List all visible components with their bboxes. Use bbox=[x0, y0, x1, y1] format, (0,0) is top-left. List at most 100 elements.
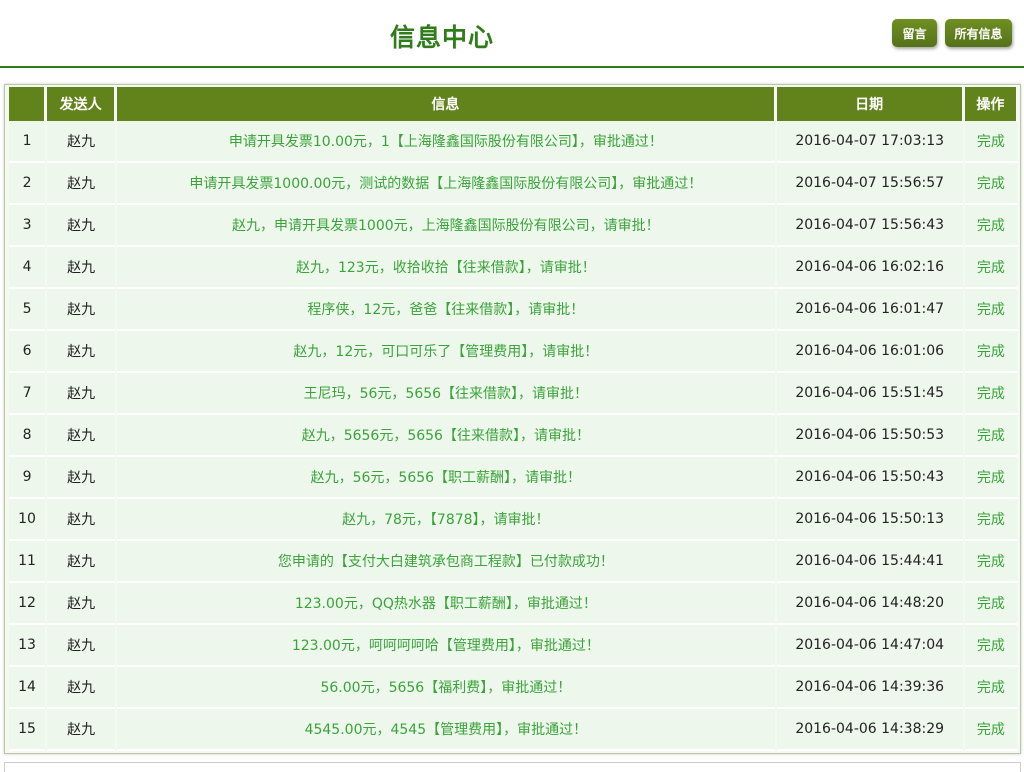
row-sender: 赵九 bbox=[47, 121, 116, 163]
pagination-area bbox=[4, 762, 1021, 772]
complete-action-link[interactable]: 完成 bbox=[964, 667, 1017, 709]
row-index: 11 bbox=[9, 541, 46, 583]
complete-action-link[interactable]: 完成 bbox=[964, 709, 1017, 751]
row-message: 赵九，78元，【7878】，请审批！ bbox=[117, 499, 775, 541]
row-date: 2016-04-06 14:38:29 bbox=[776, 709, 963, 751]
table-row: 1 赵九 申请开具发票10.00元，1【上海隆鑫国际股份有限公司】，审批通过！ 201… bbox=[9, 121, 1017, 163]
row-date: 2016-04-07 15:56:43 bbox=[776, 205, 963, 247]
table-row: 6 赵九 赵九，12元，可口可乐了【管理费用】，请审批！ 2016-04-06 16:… bbox=[9, 331, 1017, 373]
row-date: 2016-04-06 14:47:04 bbox=[776, 625, 963, 667]
row-message: 赵九，5656元，5656【往来借款】，请审批！ bbox=[117, 415, 775, 457]
row-message: 申请开具发票10.00元，1【上海隆鑫国际股份有限公司】，审批通过！ bbox=[117, 121, 775, 163]
row-message: 王尼玛，56元，5656【往来借款】，请审批！ bbox=[117, 373, 775, 415]
complete-action-link[interactable]: 完成 bbox=[964, 205, 1017, 247]
row-sender: 赵九 bbox=[47, 499, 116, 541]
complete-action-link[interactable]: 完成 bbox=[964, 583, 1017, 625]
complete-action-link[interactable]: 完成 bbox=[964, 331, 1017, 373]
complete-action-link[interactable]: 完成 bbox=[964, 121, 1017, 163]
complete-action-link[interactable]: 完成 bbox=[964, 373, 1017, 415]
row-date: 2016-04-06 16:01:06 bbox=[776, 331, 963, 373]
complete-action-link[interactable]: 完成 bbox=[964, 499, 1017, 541]
table-row: 13 赵九 123.00元，呵呵呵呵哈【管理费用】，审批通过！ 2016-04-06 … bbox=[9, 625, 1017, 667]
table-row: 15 赵九 4545.00元，4545【管理费用】，审批通过！ 2016-04-06 … bbox=[9, 709, 1017, 751]
row-message: 123.00元，QQ热水器【职工薪酬】，审批通过！ bbox=[117, 583, 775, 625]
column-header-action: 操作 bbox=[964, 87, 1017, 121]
complete-action-link[interactable]: 完成 bbox=[964, 415, 1017, 457]
row-sender: 赵九 bbox=[47, 667, 116, 709]
row-message: 123.00元，呵呵呵呵哈【管理费用】，审批通过！ bbox=[117, 625, 775, 667]
row-index: 2 bbox=[9, 163, 46, 205]
table-row: 8 赵九 赵九，5656元，5656【往来借款】，请审批！ 2016-04-06 15… bbox=[9, 415, 1017, 457]
table-row: 2 赵九 申请开具发票1000.00元，测试的数据【上海隆鑫国际股份有限公司】，审批… bbox=[9, 163, 1017, 205]
row-message: 赵九，56元，5656【职工薪酬】，请审批！ bbox=[117, 457, 775, 499]
all-messages-button[interactable]: 所有信息 bbox=[945, 19, 1012, 47]
row-date: 2016-04-06 15:50:13 bbox=[776, 499, 963, 541]
row-sender: 赵九 bbox=[47, 415, 116, 457]
row-index: 14 bbox=[9, 667, 46, 709]
row-date: 2016-04-06 15:50:43 bbox=[776, 457, 963, 499]
row-sender: 赵九 bbox=[47, 457, 116, 499]
row-sender: 赵九 bbox=[47, 163, 116, 205]
complete-action-link[interactable]: 完成 bbox=[964, 247, 1017, 289]
row-message: 4545.00元，4545【管理费用】，审批通过！ bbox=[117, 709, 775, 751]
row-sender: 赵九 bbox=[47, 205, 116, 247]
row-sender: 赵九 bbox=[47, 709, 116, 751]
row-index: 6 bbox=[9, 331, 46, 373]
row-date: 2016-04-07 17:03:13 bbox=[776, 121, 963, 163]
row-index: 8 bbox=[9, 415, 46, 457]
row-sender: 赵九 bbox=[47, 373, 116, 415]
row-message: 赵九，123元，收拾收拾【往来借款】，请审批！ bbox=[117, 247, 775, 289]
complete-action-link[interactable]: 完成 bbox=[964, 289, 1017, 331]
row-sender: 赵九 bbox=[47, 583, 116, 625]
row-message: 56.00元，5656【福利费】，审批通过！ bbox=[117, 667, 775, 709]
row-index: 5 bbox=[9, 289, 46, 331]
row-date: 2016-04-07 15:56:57 bbox=[776, 163, 963, 205]
row-index: 3 bbox=[9, 205, 46, 247]
table-row: 5 赵九 程序侠，12元，爸爸【往来借款】，请审批！ 2016-04-06 16:01… bbox=[9, 289, 1017, 331]
row-index: 9 bbox=[9, 457, 46, 499]
row-sender: 赵九 bbox=[47, 625, 116, 667]
row-index: 15 bbox=[9, 709, 46, 751]
row-sender: 赵九 bbox=[47, 331, 116, 373]
table-row: 9 赵九 赵九，56元，5656【职工薪酬】，请审批！ 2016-04-06 15:5… bbox=[9, 457, 1017, 499]
row-date: 2016-04-06 16:02:16 bbox=[776, 247, 963, 289]
page-title: 信息中心 bbox=[390, 23, 495, 52]
table-header-row: 发送人 信息 日期 操作 bbox=[9, 87, 1017, 121]
row-sender: 赵九 bbox=[47, 289, 116, 331]
row-sender: 赵九 bbox=[47, 247, 116, 289]
complete-action-link[interactable]: 完成 bbox=[964, 163, 1017, 205]
complete-action-link[interactable]: 完成 bbox=[964, 457, 1017, 499]
table-row: 12 赵九 123.00元，QQ热水器【职工薪酬】，审批通过！ 2016-04-06 … bbox=[9, 583, 1017, 625]
message-table: 发送人 信息 日期 操作 1 赵九 申请开具发票10.00元，1【上海隆鑫国际股份有… bbox=[7, 87, 1019, 751]
row-message: 赵九，12元，可口可乐了【管理费用】，请审批！ bbox=[117, 331, 775, 373]
column-header-index bbox=[9, 87, 46, 121]
table-row: 3 赵九 赵九，申请开具发票1000元，上海隆鑫国际股份有限公司，请审批！ 2016-… bbox=[9, 205, 1017, 247]
column-header-sender: 发送人 bbox=[47, 87, 116, 121]
column-header-date: 日期 bbox=[776, 87, 963, 121]
row-sender: 赵九 bbox=[47, 541, 116, 583]
row-date: 2016-04-06 15:44:41 bbox=[776, 541, 963, 583]
table-row: 11 赵九 您申请的【支付大白建筑承包商工程款】已付款成功！ 2016-04-06 1… bbox=[9, 541, 1017, 583]
row-index: 7 bbox=[9, 373, 46, 415]
table-row: 4 赵九 赵九，123元，收拾收拾【往来借款】，请审批！ 2016-04-06 16:… bbox=[9, 247, 1017, 289]
row-index: 1 bbox=[9, 121, 46, 163]
row-index: 13 bbox=[9, 625, 46, 667]
header-bar: 信息中心 留言 所有信息 bbox=[0, 0, 1024, 68]
leave-message-button[interactable]: 留言 bbox=[892, 19, 937, 47]
row-message: 赵九，申请开具发票1000元，上海隆鑫国际股份有限公司，请审批！ bbox=[117, 205, 775, 247]
row-date: 2016-04-06 15:51:45 bbox=[776, 373, 963, 415]
row-date: 2016-04-06 16:01:47 bbox=[776, 289, 963, 331]
row-message: 程序侠，12元，爸爸【往来借款】，请审批！ bbox=[117, 289, 775, 331]
row-date: 2016-04-06 14:39:36 bbox=[776, 667, 963, 709]
row-message: 您申请的【支付大白建筑承包商工程款】已付款成功！ bbox=[117, 541, 775, 583]
complete-action-link[interactable]: 完成 bbox=[964, 541, 1017, 583]
complete-action-link[interactable]: 完成 bbox=[964, 625, 1017, 667]
column-header-message: 信息 bbox=[117, 87, 775, 121]
row-index: 4 bbox=[9, 247, 46, 289]
message-table-container: 发送人 信息 日期 操作 1 赵九 申请开具发票10.00元，1【上海隆鑫国际股份有… bbox=[4, 84, 1021, 754]
row-date: 2016-04-06 14:48:20 bbox=[776, 583, 963, 625]
row-index: 12 bbox=[9, 583, 46, 625]
row-index: 10 bbox=[9, 499, 46, 541]
table-row: 7 赵九 王尼玛，56元，5656【往来借款】，请审批！ 2016-04-06 15:… bbox=[9, 373, 1017, 415]
row-date: 2016-04-06 15:50:53 bbox=[776, 415, 963, 457]
